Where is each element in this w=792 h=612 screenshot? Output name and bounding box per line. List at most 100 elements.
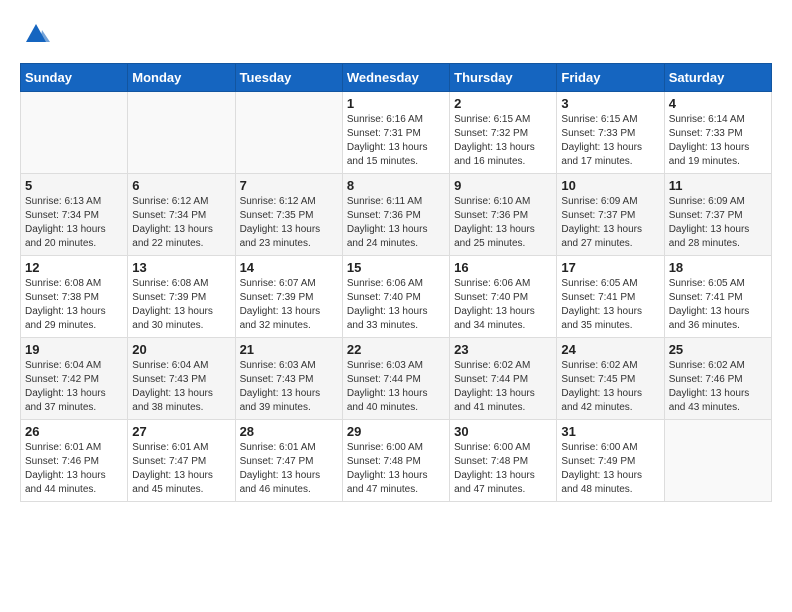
col-wednesday: Wednesday [342, 64, 449, 92]
col-friday: Friday [557, 64, 664, 92]
day-info: Sunrise: 6:16 AM Sunset: 7:31 PM Dayligh… [347, 113, 445, 169]
calendar-cell: 26 Sunrise: 6:01 AM Sunset: 7:46 PM Dayli… [21, 420, 128, 502]
day-info: Sunrise: 6:01 AM Sunset: 7:46 PM Dayligh… [25, 441, 123, 497]
calendar-cell: 10 Sunrise: 6:09 AM Sunset: 7:37 PM Dayli… [557, 174, 664, 256]
calendar-week-3: 12 Sunrise: 6:08 AM Sunset: 7:38 PM Dayli… [21, 256, 772, 338]
day-info: Sunrise: 6:15 AM Sunset: 7:32 PM Dayligh… [454, 113, 552, 169]
day-number: 30 [454, 424, 552, 439]
calendar-cell [21, 92, 128, 174]
day-number: 13 [132, 260, 230, 275]
day-info: Sunrise: 6:12 AM Sunset: 7:35 PM Dayligh… [240, 195, 338, 251]
day-info: Sunrise: 6:04 AM Sunset: 7:42 PM Dayligh… [25, 359, 123, 415]
day-number: 14 [240, 260, 338, 275]
logo-icon [22, 20, 50, 48]
calendar-cell: 20 Sunrise: 6:04 AM Sunset: 7:43 PM Dayli… [128, 338, 235, 420]
calendar-cell: 29 Sunrise: 6:00 AM Sunset: 7:48 PM Dayli… [342, 420, 449, 502]
day-number: 26 [25, 424, 123, 439]
day-number: 27 [132, 424, 230, 439]
day-number: 16 [454, 260, 552, 275]
day-number: 9 [454, 178, 552, 193]
day-number: 28 [240, 424, 338, 439]
calendar-cell: 3 Sunrise: 6:15 AM Sunset: 7:33 PM Daylig… [557, 92, 664, 174]
day-number: 19 [25, 342, 123, 357]
calendar-cell: 22Sunrise: 6:03 AM Sunset: 7:44 PM Dayli… [342, 338, 449, 420]
day-number: 29 [347, 424, 445, 439]
day-info: Sunrise: 6:04 AM Sunset: 7:43 PM Dayligh… [132, 359, 230, 415]
day-number: 20 [132, 342, 230, 357]
calendar-cell: 16Sunrise: 6:06 AM Sunset: 7:40 PM Dayli… [450, 256, 557, 338]
calendar-week-5: 26 Sunrise: 6:01 AM Sunset: 7:46 PM Dayli… [21, 420, 772, 502]
calendar-cell: 23 Sunrise: 6:02 AM Sunset: 7:44 PM Dayli… [450, 338, 557, 420]
day-info: Sunrise: 6:00 AM Sunset: 7:48 PM Dayligh… [454, 441, 552, 497]
calendar-cell: 6 Sunrise: 6:12 AM Sunset: 7:34 PM Daylig… [128, 174, 235, 256]
day-info: Sunrise: 6:12 AM Sunset: 7:34 PM Dayligh… [132, 195, 230, 251]
day-info: Sunrise: 6:08 AM Sunset: 7:38 PM Dayligh… [25, 277, 123, 333]
calendar-week-4: 19 Sunrise: 6:04 AM Sunset: 7:42 PM Dayli… [21, 338, 772, 420]
day-number: 5 [25, 178, 123, 193]
day-number: 31 [561, 424, 659, 439]
day-info: Sunrise: 6:09 AM Sunset: 7:37 PM Dayligh… [669, 195, 767, 251]
logo [20, 20, 50, 53]
day-number: 23 [454, 342, 552, 357]
day-number: 11 [669, 178, 767, 193]
day-number: 12 [25, 260, 123, 275]
col-sunday: Sunday [21, 64, 128, 92]
calendar-cell: 25Sunrise: 6:02 AM Sunset: 7:46 PM Dayli… [664, 338, 771, 420]
day-number: 10 [561, 178, 659, 193]
day-info: Sunrise: 6:00 AM Sunset: 7:49 PM Dayligh… [561, 441, 659, 497]
day-number: 3 [561, 96, 659, 111]
day-info: Sunrise: 6:02 AM Sunset: 7:45 PM Dayligh… [561, 359, 659, 415]
day-number: 4 [669, 96, 767, 111]
calendar-cell: 17Sunrise: 6:05 AM Sunset: 7:41 PM Dayli… [557, 256, 664, 338]
day-number: 18 [669, 260, 767, 275]
day-info: Sunrise: 6:09 AM Sunset: 7:37 PM Dayligh… [561, 195, 659, 251]
calendar-cell: 24 Sunrise: 6:02 AM Sunset: 7:45 PM Dayli… [557, 338, 664, 420]
calendar-cell: 8Sunrise: 6:11 AM Sunset: 7:36 PM Daylig… [342, 174, 449, 256]
calendar-cell: 31 Sunrise: 6:00 AM Sunset: 7:49 PM Dayli… [557, 420, 664, 502]
calendar-cell [235, 92, 342, 174]
day-info: Sunrise: 6:01 AM Sunset: 7:47 PM Dayligh… [240, 441, 338, 497]
calendar-cell: 12 Sunrise: 6:08 AM Sunset: 7:38 PM Dayli… [21, 256, 128, 338]
day-info: Sunrise: 6:14 AM Sunset: 7:33 PM Dayligh… [669, 113, 767, 169]
day-info: Sunrise: 6:01 AM Sunset: 7:47 PM Dayligh… [132, 441, 230, 497]
day-number: 24 [561, 342, 659, 357]
day-number: 21 [240, 342, 338, 357]
calendar-week-1: 1Sunrise: 6:16 AM Sunset: 7:31 PM Daylig… [21, 92, 772, 174]
calendar-cell: 18Sunrise: 6:05 AM Sunset: 7:41 PM Dayli… [664, 256, 771, 338]
calendar-cell: 1Sunrise: 6:16 AM Sunset: 7:31 PM Daylig… [342, 92, 449, 174]
day-number: 17 [561, 260, 659, 275]
calendar-cell: 11 Sunrise: 6:09 AM Sunset: 7:37 PM Dayli… [664, 174, 771, 256]
day-number: 8 [347, 178, 445, 193]
col-saturday: Saturday [664, 64, 771, 92]
page-header [20, 20, 772, 53]
header-row: Sunday Monday Tuesday Wednesday Thursday… [21, 64, 772, 92]
day-info: Sunrise: 6:06 AM Sunset: 7:40 PM Dayligh… [347, 277, 445, 333]
col-tuesday: Tuesday [235, 64, 342, 92]
calendar-cell: 28 Sunrise: 6:01 AM Sunset: 7:47 PM Dayli… [235, 420, 342, 502]
day-info: Sunrise: 6:10 AM Sunset: 7:36 PM Dayligh… [454, 195, 552, 251]
day-number: 6 [132, 178, 230, 193]
day-info: Sunrise: 6:02 AM Sunset: 7:44 PM Dayligh… [454, 359, 552, 415]
day-info: Sunrise: 6:00 AM Sunset: 7:48 PM Dayligh… [347, 441, 445, 497]
calendar-cell: 30 Sunrise: 6:00 AM Sunset: 7:48 PM Dayli… [450, 420, 557, 502]
day-number: 7 [240, 178, 338, 193]
calendar-cell [128, 92, 235, 174]
day-info: Sunrise: 6:07 AM Sunset: 7:39 PM Dayligh… [240, 277, 338, 333]
calendar-cell: 7 Sunrise: 6:12 AM Sunset: 7:35 PM Daylig… [235, 174, 342, 256]
logo-line1 [20, 20, 50, 53]
calendar-cell: 21Sunrise: 6:03 AM Sunset: 7:43 PM Dayli… [235, 338, 342, 420]
day-info: Sunrise: 6:13 AM Sunset: 7:34 PM Dayligh… [25, 195, 123, 251]
calendar-body: 1Sunrise: 6:16 AM Sunset: 7:31 PM Daylig… [21, 92, 772, 502]
calendar-cell: 2 Sunrise: 6:15 AM Sunset: 7:32 PM Daylig… [450, 92, 557, 174]
calendar-table: Sunday Monday Tuesday Wednesday Thursday… [20, 63, 772, 502]
day-info: Sunrise: 6:15 AM Sunset: 7:33 PM Dayligh… [561, 113, 659, 169]
day-number: 15 [347, 260, 445, 275]
calendar-header: Sunday Monday Tuesday Wednesday Thursday… [21, 64, 772, 92]
calendar-cell: 9 Sunrise: 6:10 AM Sunset: 7:36 PM Daylig… [450, 174, 557, 256]
calendar-cell: 27 Sunrise: 6:01 AM Sunset: 7:47 PM Dayli… [128, 420, 235, 502]
day-info: Sunrise: 6:03 AM Sunset: 7:44 PM Dayligh… [347, 359, 445, 415]
col-thursday: Thursday [450, 64, 557, 92]
day-number: 2 [454, 96, 552, 111]
calendar-cell: 19 Sunrise: 6:04 AM Sunset: 7:42 PM Dayli… [21, 338, 128, 420]
calendar-cell: 4 Sunrise: 6:14 AM Sunset: 7:33 PM Daylig… [664, 92, 771, 174]
